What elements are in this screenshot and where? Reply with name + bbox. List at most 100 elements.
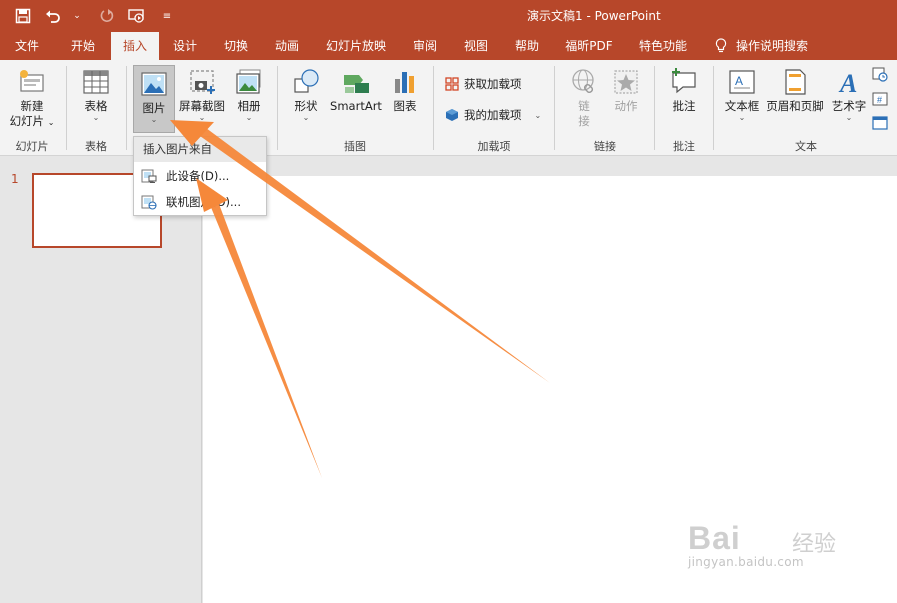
slide-number-icon[interactable]: # <box>872 91 888 110</box>
customize-qat-icon[interactable]: ≡ <box>156 5 178 27</box>
header-footer-label: 页眉和页脚 <box>766 99 824 113</box>
action-label: 动作 <box>614 99 638 113</box>
comment-icon <box>669 67 699 97</box>
save-icon[interactable] <box>12 5 34 27</box>
picture-icon <box>139 69 169 99</box>
photo-album-icon <box>234 67 264 97</box>
shapes-icon <box>291 67 321 97</box>
shapes-button[interactable]: 形状 ⌄ <box>286 64 326 122</box>
chevron-down-icon: ⌄ <box>845 113 853 122</box>
quick-access-toolbar: ⌄ ≡ <box>12 4 178 28</box>
textbox-label: 文本框 <box>724 99 760 113</box>
title-bar: ⌄ ≡ 演示文稿1 - PowerPoint <box>0 0 897 32</box>
smartart-label: SmartArt <box>330 99 382 113</box>
table-button[interactable]: 表格 ⌄ <box>72 64 120 122</box>
svg-text:#: # <box>877 95 882 105</box>
chevron-down-icon: ⌄ <box>534 110 542 120</box>
object-icon[interactable] <box>872 115 888 134</box>
tab-animations[interactable]: 动画 <box>262 32 312 60</box>
wordart-icon: A <box>834 67 864 98</box>
ribbon-tabs: 文件 开始 插入 设计 切换 动画 幻灯片放映 审阅 视图 帮助 福昕PDF 特… <box>0 32 897 60</box>
group-label-comments: 批注 <box>673 140 695 153</box>
my-addins-button[interactable]: 我的加载项 ⌄ <box>445 107 541 123</box>
new-slide-icon <box>17 67 47 97</box>
table-label: 表格 <box>84 99 108 113</box>
header-footer-icon <box>780 67 810 97</box>
group-label-slides: 幻灯片 <box>15 140 49 153</box>
album-button[interactable]: 相册 ⌄ <box>230 64 268 122</box>
tab-view[interactable]: 视图 <box>452 32 500 60</box>
chevron-down-icon: ⌄ <box>738 113 746 122</box>
tab-foxit-pdf[interactable]: 福昕PDF <box>556 32 622 60</box>
redo-icon[interactable] <box>96 5 118 27</box>
group-label-addins: 加载项 <box>477 140 511 153</box>
picture-button[interactable]: 图片 ⌄ <box>133 65 175 133</box>
comment-button[interactable]: 批注 <box>664 64 704 114</box>
get-addins-button[interactable]: 获取加载项 <box>445 76 522 92</box>
textbox-icon: A <box>727 67 757 97</box>
pane-splitter[interactable] <box>180 157 202 603</box>
screenshot-button[interactable]: 屏幕截图 ⌄ <box>178 64 226 122</box>
chevron-down-icon: ⌄ <box>302 113 310 122</box>
my-addins-label: 我的加载项 <box>464 108 522 122</box>
online-pictures-menu-item[interactable]: 联机图片(O)... <box>134 189 266 214</box>
tab-slideshow[interactable]: 幻灯片放映 <box>318 32 394 60</box>
window-title: 演示文稿1 - PowerPoint <box>527 9 661 23</box>
get-addins-label: 获取加载项 <box>464 77 522 91</box>
wordart-button[interactable]: A 艺术字 ⌄ <box>828 64 870 122</box>
wordart-label: 艺术字 <box>831 99 867 113</box>
tab-design[interactable]: 设计 <box>162 32 208 60</box>
tab-help[interactable]: 帮助 <box>504 32 550 60</box>
chevron-down-icon: ⌄ <box>198 113 206 122</box>
new-slide-button[interactable]: 新建 幻灯片 ⌄ <box>4 64 60 130</box>
chart-button[interactable]: 图表 <box>387 64 423 114</box>
this-device-menu-item[interactable]: 此设备(D)... <box>134 163 266 188</box>
tab-insert[interactable]: 插入 <box>111 32 159 60</box>
header-footer-button[interactable]: 页眉和页脚 <box>765 64 825 114</box>
chevron-down-icon: ⌄ <box>47 118 55 127</box>
screenshot-icon <box>187 67 217 97</box>
tab-transitions[interactable]: 切换 <box>212 32 260 60</box>
shapes-label: 形状 <box>294 99 318 113</box>
baidu-jingyan-watermark: Bai 经验 jingyan.baidu.com <box>688 520 848 580</box>
comment-label: 批注 <box>672 99 696 113</box>
group-label-text: 文本 <box>795 140 817 153</box>
svg-text:A: A <box>735 74 743 88</box>
group-label-illustrations: 插图 <box>344 140 366 153</box>
dropdown-header: 插入图片来自 <box>134 137 266 162</box>
tab-file[interactable]: 文件 <box>0 32 54 60</box>
ribbon-divider <box>66 66 67 150</box>
bar-chart-icon <box>390 67 420 97</box>
tab-features[interactable]: 特色功能 <box>628 32 698 60</box>
this-device-icon <box>141 169 157 183</box>
link-button[interactable]: 链 接 <box>566 64 602 129</box>
group-label-links: 链接 <box>594 140 616 153</box>
chevron-down-icon: ⌄ <box>150 115 158 124</box>
new-slide-label-2-row: 幻灯片 ⌄ <box>4 114 60 130</box>
textbox-button[interactable]: A 文本框 ⌄ <box>721 64 763 122</box>
smartart-button[interactable]: SmartArt <box>328 64 384 114</box>
ribbon-divider <box>554 66 555 150</box>
tell-me-search[interactable]: 操作说明搜索 <box>736 32 826 60</box>
ribbon-divider <box>433 66 434 150</box>
undo-dropdown-icon[interactable]: ⌄ <box>66 5 88 27</box>
slides-pane: 1 <box>0 157 180 603</box>
smartart-icon <box>341 67 371 97</box>
link-label-2: 接 <box>578 114 590 128</box>
screenshot-label: 屏幕截图 <box>179 99 225 113</box>
this-device-label: 此设备(D)... <box>166 168 230 183</box>
watermark-brand-cn: 经验 <box>792 532 837 557</box>
my-addins-icon <box>446 109 458 121</box>
present-from-start-icon[interactable] <box>126 5 148 27</box>
lightbulb-icon[interactable] <box>712 32 730 60</box>
undo-icon[interactable] <box>42 5 64 27</box>
tab-review[interactable]: 审阅 <box>402 32 448 60</box>
action-star-icon <box>611 67 641 97</box>
online-pictures-icon <box>141 195 157 210</box>
action-button[interactable]: 动作 <box>606 64 646 114</box>
tab-home[interactable]: 开始 <box>57 32 109 60</box>
chevron-down-icon: ⌄ <box>92 113 100 122</box>
table-icon <box>81 67 111 97</box>
date-time-icon[interactable] <box>872 66 888 85</box>
ribbon-divider <box>126 66 127 150</box>
